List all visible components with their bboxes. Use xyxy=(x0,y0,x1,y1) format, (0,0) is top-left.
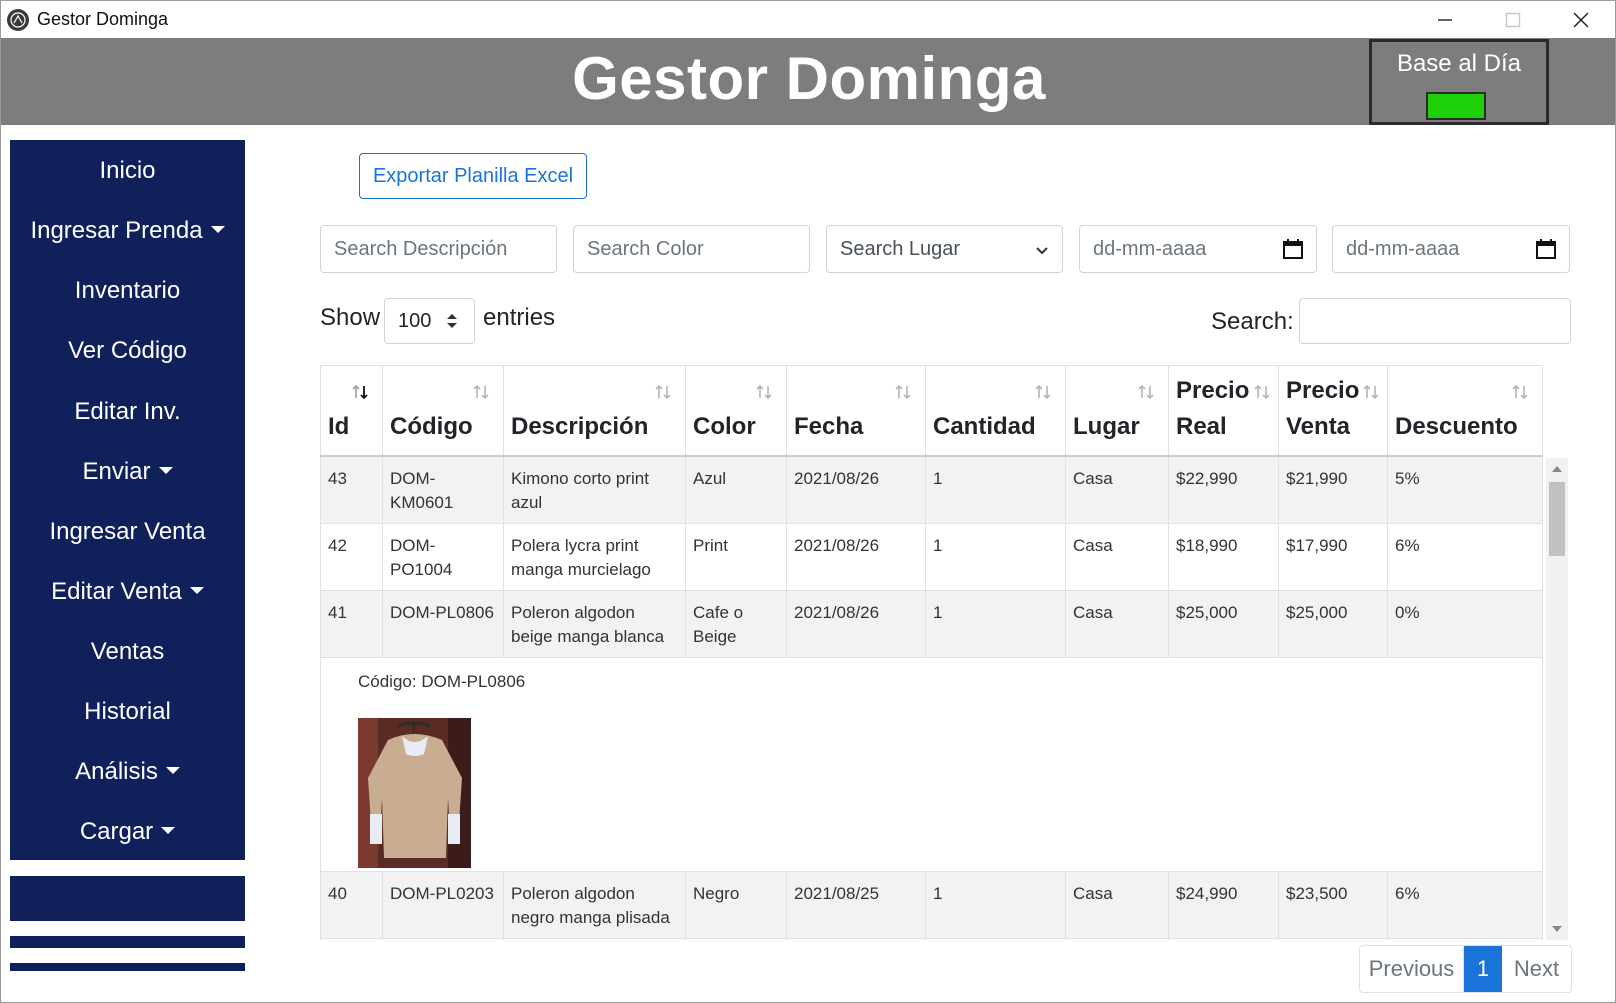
sort-icon xyxy=(655,384,671,400)
sidebar-item-analisis[interactable]: Análisis xyxy=(10,755,245,789)
table-header-row: Id Código Descripción Color Fecha Cantid… xyxy=(320,365,1543,457)
minimize-button[interactable] xyxy=(1411,1,1479,38)
close-button[interactable] xyxy=(1547,1,1615,38)
column-header-descuento[interactable]: Descuento xyxy=(1387,365,1543,457)
window-title: Gestor Dominga xyxy=(37,9,169,29)
inventory-table-container: Id Código Descripción Color Fecha Cantid… xyxy=(320,365,1568,940)
sort-ascending-icon xyxy=(352,384,368,400)
caret-down-icon xyxy=(189,587,204,595)
close-icon xyxy=(1573,12,1589,27)
column-header-color[interactable]: Color xyxy=(685,365,787,457)
sort-icon xyxy=(895,384,911,400)
title-bar: Gestor Dominga xyxy=(1,1,1615,38)
lugar-select[interactable]: Search Lugar xyxy=(826,225,1063,273)
sidebar-item-ingresar-prenda[interactable]: Ingresar Prenda xyxy=(10,214,245,248)
sidebar-block xyxy=(10,876,245,921)
sidebar-item-historial[interactable]: Historial xyxy=(10,695,245,729)
table-row[interactable]: 42 DOM-PO1004 Polera lycra print manga m… xyxy=(320,522,1543,591)
caret-down-icon xyxy=(161,827,176,835)
show-label: Show xyxy=(320,304,381,331)
sidebar-item-editar-inv[interactable]: Editar Inv. xyxy=(10,395,245,429)
table-row[interactable]: 43 DOM-KM0601 Kimono corto print azul Az… xyxy=(320,455,1543,524)
app-header: Gestor Dominga Base al Día xyxy=(1,38,1615,125)
scrollbar-thumb[interactable] xyxy=(1549,482,1565,556)
sort-icon xyxy=(473,384,489,400)
page-1-button[interactable]: 1 xyxy=(1464,946,1502,992)
table-row-expanded[interactable]: 41 DOM-PL0806 Poleron algodon beige mang… xyxy=(320,589,1543,658)
sort-icon xyxy=(1138,384,1154,400)
minimize-icon xyxy=(1438,18,1452,21)
column-header-precio-venta[interactable]: Precio Venta xyxy=(1278,365,1388,457)
column-header-precio-real[interactable]: Precio Real xyxy=(1168,365,1279,457)
sort-icon xyxy=(756,384,772,400)
sort-icon xyxy=(1512,384,1528,400)
db-status-indicator xyxy=(1426,92,1486,120)
scroll-up-icon[interactable] xyxy=(1552,466,1562,472)
export-excel-button[interactable]: Exportar Planilla Excel xyxy=(359,153,587,199)
previous-page-button[interactable]: Previous xyxy=(1360,946,1464,992)
column-header-cantidad[interactable]: Cantidad xyxy=(925,365,1066,457)
sidebar-item-cargar[interactable]: Cargar xyxy=(10,815,245,849)
sidebar-item-inventario[interactable]: Inventario xyxy=(10,274,245,308)
entries-label: entries xyxy=(483,304,556,331)
column-header-lugar[interactable]: Lugar xyxy=(1065,365,1169,457)
inventory-table: Id Código Descripción Color Fecha Cantid… xyxy=(320,365,1543,940)
sort-icon xyxy=(1363,384,1379,400)
sidebar-item-ingresar-venta[interactable]: Ingresar Venta xyxy=(10,515,245,549)
sidebar-item-ventas[interactable]: Ventas xyxy=(10,635,245,669)
app-logo-icon xyxy=(7,8,29,31)
sidebar-divider xyxy=(10,936,245,948)
select-arrows-icon xyxy=(447,314,457,328)
sidebar-item-enviar[interactable]: Enviar xyxy=(10,455,245,489)
maximize-button[interactable] xyxy=(1479,1,1547,38)
calendar-icon[interactable] xyxy=(1282,238,1304,260)
maximize-icon xyxy=(1505,12,1521,27)
sort-icon xyxy=(1035,384,1051,400)
column-header-id[interactable]: Id xyxy=(320,365,383,457)
db-status-panel: Base al Día xyxy=(1369,39,1549,125)
sidebar-item-inicio[interactable]: Inicio xyxy=(10,154,245,188)
sort-icon xyxy=(1254,384,1270,400)
descripcion-search-input[interactable]: Search Descripción xyxy=(320,225,557,273)
sidebar-divider xyxy=(10,963,245,971)
entries-select[interactable]: 100 xyxy=(384,298,475,344)
chevron-down-icon xyxy=(1036,247,1048,255)
detail-codigo-text: Código: DOM-PL0806 xyxy=(358,671,526,691)
row-detail: Código: DOM-PL0806 xyxy=(320,656,1543,872)
column-header-codigo[interactable]: Código xyxy=(382,365,504,457)
color-search-input[interactable]: Search Color xyxy=(573,225,810,273)
sidebar-item-editar-venta[interactable]: Editar Venta xyxy=(10,575,245,609)
pagination: Previous 1 Next xyxy=(1359,945,1572,993)
caret-down-icon xyxy=(158,467,173,475)
calendar-icon[interactable] xyxy=(1535,238,1557,260)
next-page-button[interactable]: Next xyxy=(1502,946,1571,992)
app-window: Gestor Dominga Gestor Dominga Base al Dí… xyxy=(0,0,1616,1003)
search-label: Search: xyxy=(1211,308,1294,335)
caret-down-icon xyxy=(210,226,225,234)
table-row[interactable] xyxy=(320,937,1543,940)
scroll-down-icon[interactable] xyxy=(1552,926,1562,932)
sidebar-nav: Inicio Ingresar Prenda Inventario Ver Có… xyxy=(10,140,245,860)
column-header-descripcion[interactable]: Descripción xyxy=(503,365,686,457)
date-to-input[interactable]: dd-mm-aaaa xyxy=(1332,225,1570,273)
product-photo xyxy=(358,717,471,868)
caret-down-icon xyxy=(165,767,180,775)
table-row[interactable]: 40 DOM-PL0203 Poleron algodon negro mang… xyxy=(320,870,1543,939)
db-status-label: Base al Día xyxy=(1396,50,1522,77)
column-header-fecha[interactable]: Fecha xyxy=(786,365,926,457)
table-search-input[interactable] xyxy=(1299,298,1571,344)
table-scrollbar[interactable] xyxy=(1546,458,1568,940)
date-from-input[interactable]: dd-mm-aaaa xyxy=(1079,225,1317,273)
sidebar-item-ver-codigo[interactable]: Ver Código xyxy=(10,334,245,368)
